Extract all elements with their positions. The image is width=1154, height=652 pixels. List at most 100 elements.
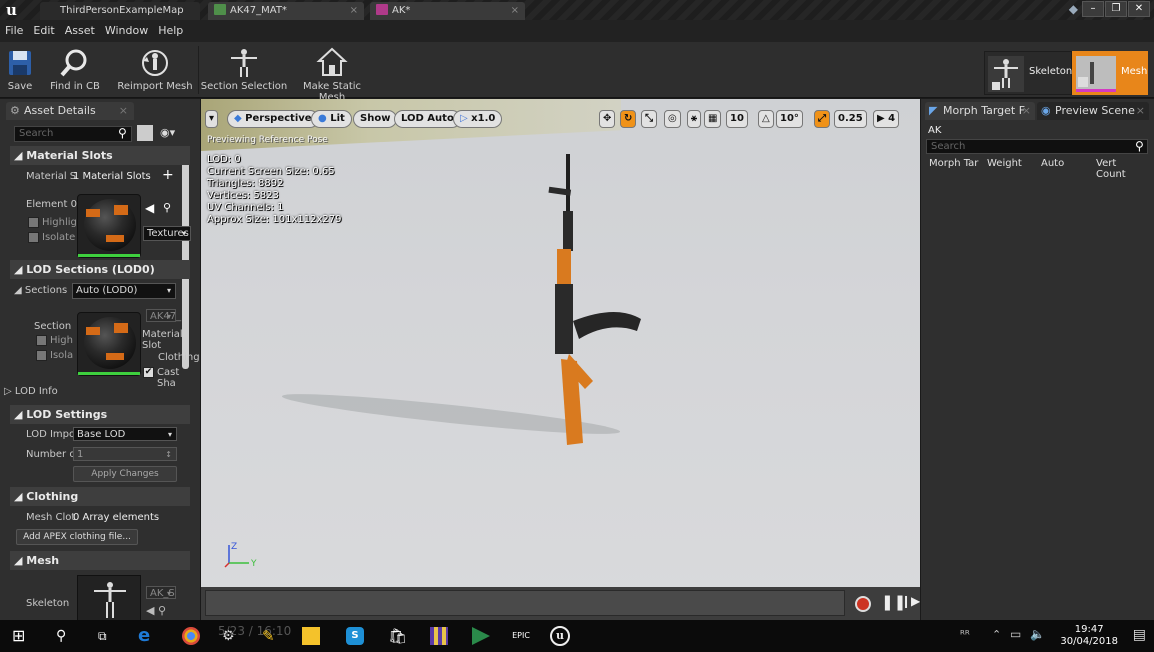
skeleton-browse-icons[interactable]: ◀ ⚲ bbox=[146, 604, 166, 617]
number-of-lods-input[interactable]: 1 ↕ bbox=[73, 447, 177, 461]
tab-label: Preview Scene bbox=[1055, 104, 1135, 117]
section-title: LOD Sections (LOD0) bbox=[26, 263, 155, 276]
add-slot-icon[interactable]: + bbox=[162, 167, 174, 183]
skeleton-mode-label: Skeleton bbox=[1029, 66, 1073, 77]
section-material-combo[interactable]: AK47_ ▾ bbox=[146, 309, 181, 322]
mesh-mode-button[interactable]: Mesh bbox=[1072, 51, 1148, 95]
network-icon[interactable]: ▭ bbox=[1010, 627, 1021, 641]
mesh-header[interactable]: ◢ Mesh bbox=[10, 551, 190, 570]
edge-browser-icon[interactable]: e bbox=[138, 627, 156, 645]
windows-start-icon[interactable]: ⊞ bbox=[12, 627, 30, 645]
search-icon[interactable]: ⚲ bbox=[56, 627, 74, 645]
grid-view-icon[interactable] bbox=[137, 125, 153, 141]
close-icon[interactable]: × bbox=[511, 2, 519, 20]
notification-icon[interactable]: ◆ bbox=[1069, 2, 1078, 16]
details-search-input[interactable]: Search bbox=[14, 126, 132, 142]
column-weight[interactable]: Weight bbox=[987, 158, 1022, 169]
unreal-engine-icon[interactable]: u bbox=[550, 626, 570, 646]
morph-search-input[interactable]: Search bbox=[926, 139, 1148, 154]
tab-preview-scene[interactable]: ◉ Preview Scene × bbox=[1037, 102, 1149, 120]
chevron-down-icon: ▾ bbox=[166, 286, 171, 295]
use-selected-arrow-icon[interactable]: ◀ bbox=[145, 201, 154, 215]
material-thumbnail[interactable] bbox=[77, 194, 141, 258]
apply-changes-button[interactable]: Apply Changes bbox=[73, 466, 177, 482]
save-icon bbox=[3, 47, 37, 79]
task-view-icon[interactable]: ⧉ bbox=[98, 627, 116, 645]
skeleton-thumbnail[interactable] bbox=[77, 575, 141, 620]
lod-info-row[interactable]: ▷ LOD Info bbox=[4, 386, 58, 397]
step-forward-icon[interactable]: ❙▶ bbox=[901, 594, 920, 608]
sections-dropdown[interactable]: Auto (LOD0) ▾ bbox=[72, 283, 176, 299]
section-isolate-label: Isola bbox=[50, 350, 74, 361]
browse-icon[interactable]: ⚲ bbox=[163, 201, 171, 214]
menu-file[interactable]: File bbox=[0, 20, 28, 42]
close-window-icon[interactable]: ✕ bbox=[1128, 1, 1150, 17]
menu-edit[interactable]: Edit bbox=[28, 20, 59, 42]
app-icon-2[interactable] bbox=[472, 627, 490, 645]
timeline-scrubber[interactable] bbox=[205, 590, 845, 616]
window-controls: – ❐ ✕ bbox=[1081, 1, 1150, 17]
column-vert-count[interactable]: Vert Count bbox=[1096, 158, 1148, 180]
viewport[interactable]: ▾ ◆ Perspective ● Lit Show LOD Auto ▷ x1… bbox=[201, 99, 920, 620]
skeleton-combo[interactable]: AK_S ▾ bbox=[146, 586, 176, 599]
menu-help[interactable]: Help bbox=[153, 20, 188, 42]
app-icon[interactable] bbox=[430, 627, 448, 645]
chrome-icon[interactable] bbox=[182, 627, 200, 645]
isolate-checkbox[interactable] bbox=[28, 232, 39, 243]
tab-ak47-mat[interactable]: AK47_MAT* × bbox=[208, 2, 364, 20]
volume-icon[interactable]: 🔈 bbox=[1030, 627, 1045, 641]
people-icon[interactable]: ᴿᴿ bbox=[960, 628, 970, 641]
cast-shadow-checkbox[interactable]: ✔ bbox=[143, 367, 154, 378]
close-icon[interactable]: × bbox=[1022, 102, 1031, 120]
close-icon[interactable]: × bbox=[1136, 102, 1145, 120]
maximize-icon[interactable]: ❐ bbox=[1105, 1, 1127, 17]
skeleton-mode-button[interactable]: Skeleton bbox=[984, 51, 1072, 95]
section-isolate-checkbox[interactable] bbox=[36, 350, 47, 361]
column-auto[interactable]: Auto bbox=[1041, 158, 1064, 169]
section-highlight-checkbox[interactable] bbox=[36, 335, 47, 346]
make-static-mesh-button[interactable]: Make Static Mesh bbox=[290, 42, 374, 103]
tray-arrow-icon[interactable]: ⌃ bbox=[992, 628, 1001, 641]
find-in-cb-button[interactable]: Find in CB bbox=[42, 42, 108, 98]
unreal-logo-icon[interactable]: u bbox=[6, 1, 26, 19]
epic-launcher-icon[interactable]: EPIC bbox=[512, 627, 530, 645]
tab-asset-details[interactable]: ⚙ Asset Details × bbox=[6, 102, 134, 120]
search-icon[interactable]: ⚲ bbox=[118, 126, 127, 140]
clothing-header[interactable]: ◢ Clothing bbox=[10, 487, 190, 506]
mesh-thumbnail bbox=[1076, 56, 1116, 92]
record-icon[interactable] bbox=[855, 596, 871, 612]
minimize-icon[interactable]: – bbox=[1082, 1, 1104, 17]
tab-label: ThirdPersonExampleMap bbox=[60, 5, 184, 16]
menu-asset[interactable]: Asset bbox=[60, 20, 100, 42]
search-icon[interactable]: ⚲ bbox=[1135, 139, 1144, 153]
lod-import-dropdown[interactable]: Base LOD ▾ bbox=[73, 427, 177, 441]
store-icon[interactable]: 🛍 bbox=[388, 627, 407, 645]
section-selection-button[interactable]: Section Selection bbox=[200, 42, 288, 98]
tab-third-person-map[interactable]: ThirdPersonExampleMap bbox=[40, 2, 200, 20]
close-icon[interactable]: × bbox=[119, 102, 128, 120]
reimport-mesh-button[interactable]: Reimport Mesh bbox=[114, 42, 196, 98]
section-material-thumbnail[interactable] bbox=[77, 312, 141, 376]
textures-dropdown[interactable]: Textures ▾ bbox=[143, 226, 191, 241]
highlight-checkbox[interactable] bbox=[28, 217, 39, 228]
reimport-mesh-label: Reimport Mesh bbox=[117, 81, 193, 92]
ak47-model[interactable] bbox=[201, 99, 920, 587]
taskbar-clock[interactable]: 19:47 30/04/2018 bbox=[1060, 624, 1118, 648]
add-apex-clothing-button[interactable]: Add APEX clothing file... bbox=[16, 529, 138, 545]
file-explorer-icon[interactable] bbox=[302, 627, 320, 645]
close-icon[interactable]: × bbox=[350, 2, 358, 20]
mesh-clothing-label: Mesh Clot bbox=[26, 512, 76, 523]
tab-morph-target[interactable]: ◤ Morph Target F × bbox=[925, 102, 1035, 120]
material-slots-header[interactable]: ◢ Material Slots bbox=[10, 146, 190, 165]
tab-ak[interactable]: AK* × bbox=[370, 2, 525, 20]
column-morph-target[interactable]: Morph Tar bbox=[929, 158, 978, 169]
save-button[interactable]: Save bbox=[2, 42, 38, 98]
eye-icon[interactable]: ◉▾ bbox=[160, 126, 175, 139]
lod-sections-header[interactable]: ◢ LOD Sections (LOD0) bbox=[10, 260, 190, 279]
lod-import-value: Base LOD bbox=[77, 429, 126, 440]
paint-app-icon[interactable]: ✎ bbox=[262, 627, 280, 645]
skype-icon[interactable]: S bbox=[346, 627, 364, 645]
menu-window[interactable]: Window bbox=[100, 20, 153, 42]
action-center-icon[interactable]: ▤ bbox=[1133, 627, 1146, 643]
lod-settings-header[interactable]: ◢ LOD Settings bbox=[10, 405, 190, 424]
